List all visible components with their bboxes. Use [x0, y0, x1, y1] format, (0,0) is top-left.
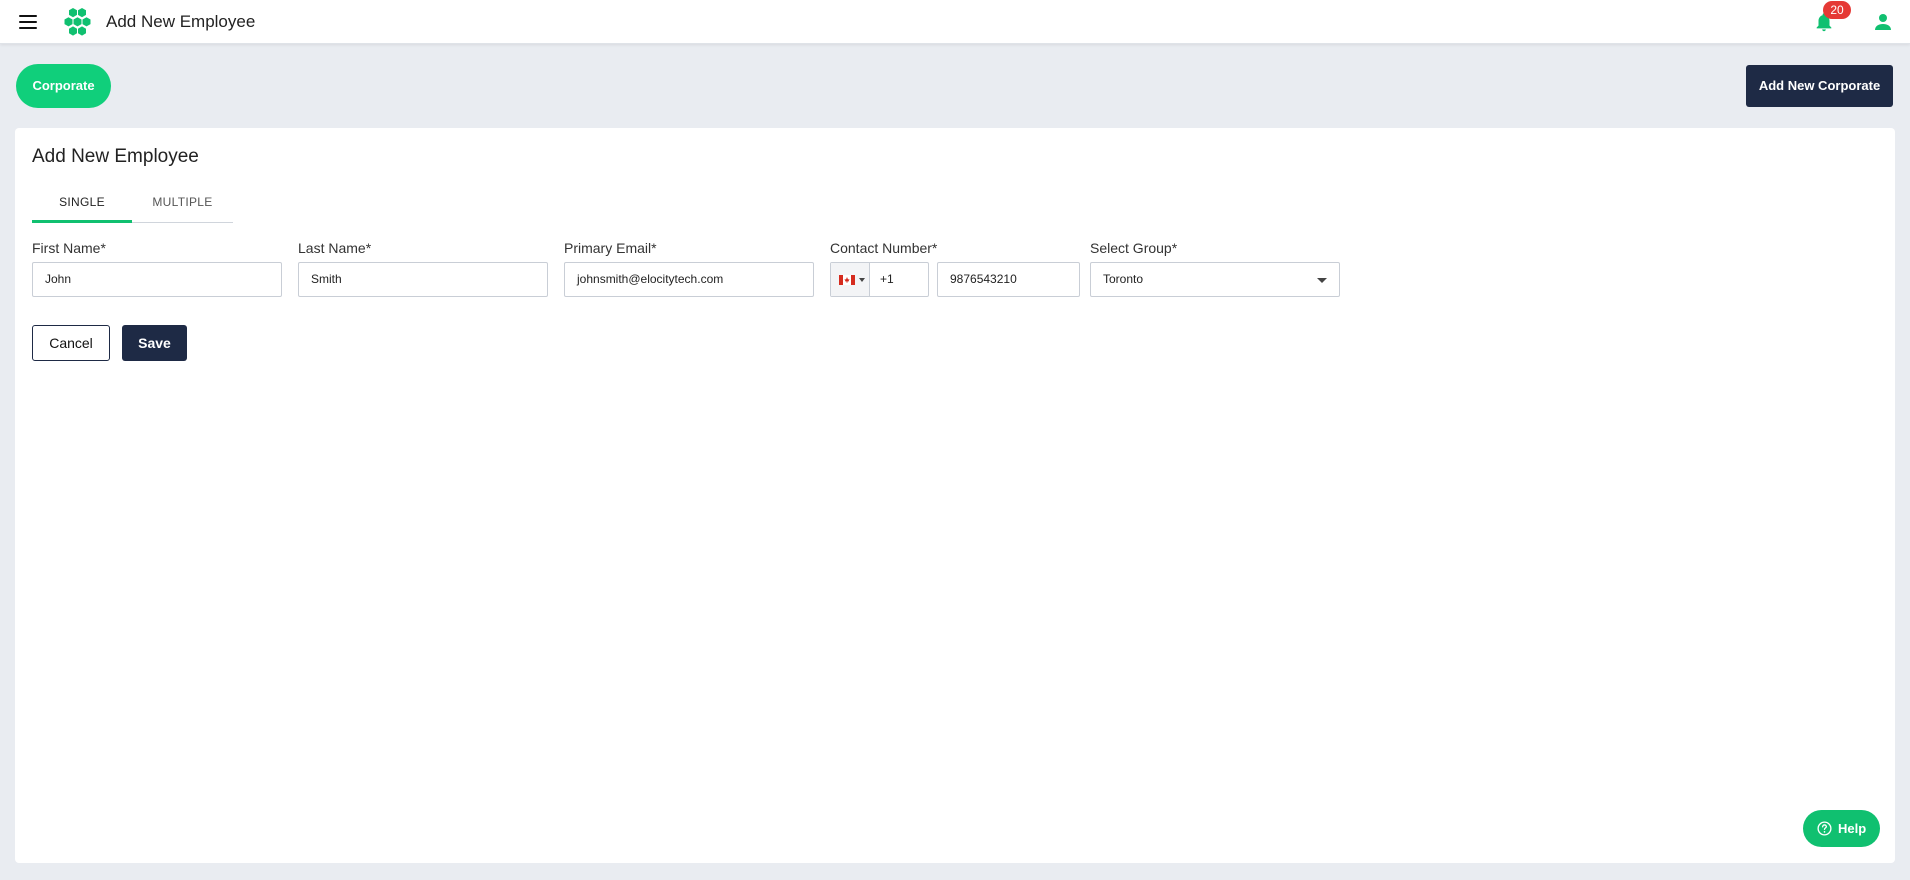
select-group-dropdown[interactable]: Toronto — [1090, 262, 1340, 297]
chevron-down-icon — [859, 278, 865, 282]
page-title: Add New Employee — [106, 12, 256, 31]
country-dropdown[interactable] — [831, 263, 870, 296]
form-title: Add New Employee — [32, 146, 199, 167]
last-name-field[interactable]: Smith — [298, 262, 548, 297]
cancel-button[interactable]: Cancel — [32, 325, 110, 361]
country-code-selector: +1 — [830, 262, 929, 297]
primary-email-label: Primary Email* — [564, 240, 657, 256]
first-name-field[interactable]: John — [32, 262, 282, 297]
save-button[interactable]: Save — [122, 325, 187, 361]
add-new-corporate-button[interactable]: Add New Corporate — [1746, 65, 1893, 107]
canada-flag-icon — [839, 275, 855, 285]
user-icon[interactable] — [1871, 10, 1895, 34]
employee-form-card: Add New Employee SINGLE MULTIPLE First N… — [15, 128, 1895, 863]
contact-number-label: Contact Number* — [830, 240, 938, 256]
first-name-label: First Name* — [32, 240, 106, 256]
contact-number-field[interactable]: 9876543210 — [937, 262, 1080, 297]
chevron-down-icon — [1317, 278, 1327, 283]
notification-count-badge: 20 — [1823, 1, 1851, 19]
tab-multiple[interactable]: MULTIPLE — [132, 184, 233, 223]
dial-code: +1 — [880, 272, 894, 286]
help-circle-icon — [1817, 821, 1832, 836]
menu-icon[interactable] — [17, 12, 41, 32]
top-bar: Add New Employee 20 — [0, 0, 1910, 44]
select-group-label: Select Group* — [1090, 240, 1178, 256]
entry-mode-tabs: SINGLE MULTIPLE — [32, 184, 233, 223]
last-name-label: Last Name* — [298, 240, 372, 256]
select-group-value: Toronto — [1103, 272, 1144, 286]
help-button[interactable]: Help — [1803, 810, 1880, 847]
corporate-button[interactable]: Corporate — [16, 64, 111, 108]
help-label: Help — [1838, 821, 1867, 836]
tab-single[interactable]: SINGLE — [32, 184, 132, 223]
logo-icon — [64, 8, 91, 36]
primary-email-field[interactable]: johnsmith@elocitytech.com — [564, 262, 814, 297]
